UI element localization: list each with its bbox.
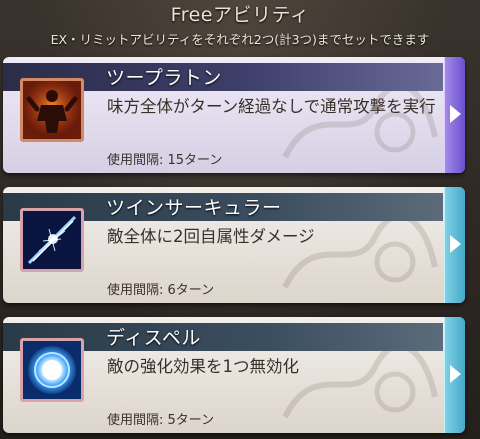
ability-card-twin-circular[interactable]: ツインサーキュラー 敵全体に2回自属性ダメージ 使用間隔: 6ターン [3,187,465,303]
ability-description: 敵全体に2回自属性ダメージ [107,227,315,246]
chevron-right-icon [450,235,461,253]
chevron-right-icon [450,105,461,123]
ability-card-dispel[interactable]: ディスペル 敵の強化効果を1つ無効化 使用間隔: 5ターン [3,317,465,433]
select-arrow-button[interactable] [444,317,465,433]
ability-card-two-platoon[interactable]: ツープラトン 味方全体がターン経過なしで通常攻撃を実行 使用間隔: 15ターン [3,57,465,173]
dual-fighter-icon [20,78,84,142]
chevron-right-icon [450,365,461,383]
page-subtitle: EX・リミットアビリティをそれぞれ2つ(計3つ)までセットできます [50,32,430,47]
select-arrow-button[interactable] [444,57,465,173]
ability-cooldown: 使用間隔: 15ターン [107,153,223,168]
ability-name: ツインサーキュラー [106,197,282,219]
select-arrow-button[interactable] [444,187,465,303]
ability-description: 味方全体がターン経過なしで通常攻撃を実行 [107,97,436,116]
page-title: Freeアビリティ [170,4,310,26]
ability-name: ディスペル [106,327,201,349]
ability-description: 敵の強化効果を1つ無効化 [107,357,299,376]
blue-orb-icon [20,338,84,402]
ability-cooldown: 使用間隔: 6ターン [107,283,215,298]
ability-name: ツープラトン [106,67,222,89]
lightning-slash-icon [20,208,84,272]
ability-cooldown: 使用間隔: 5ターン [107,413,215,428]
